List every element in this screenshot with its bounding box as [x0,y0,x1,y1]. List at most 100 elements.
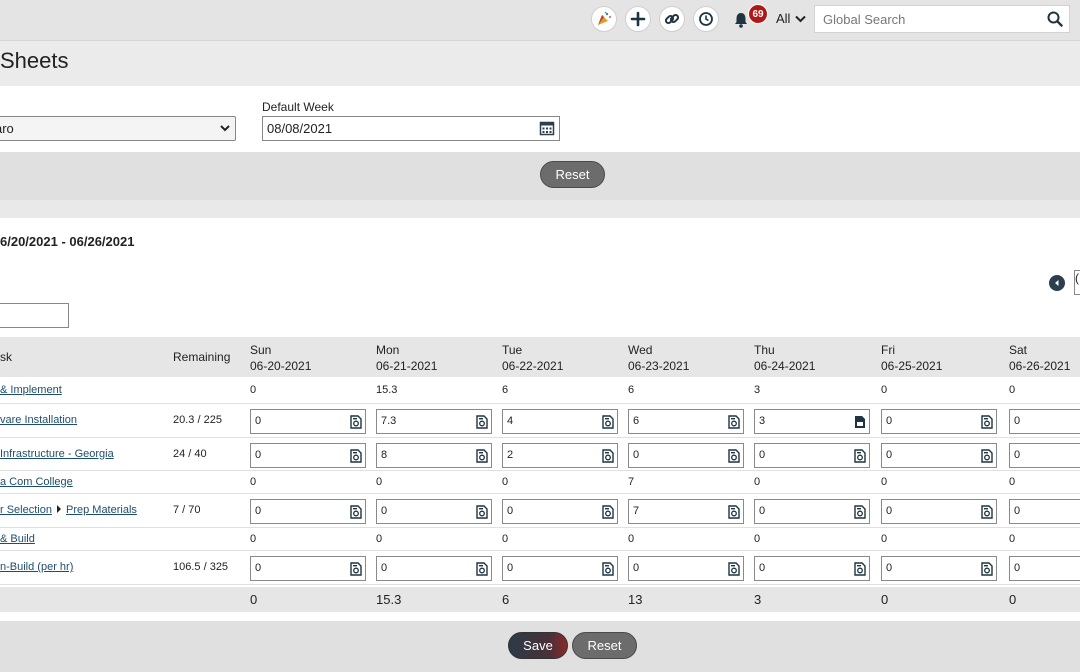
hours-input[interactable]: 0 [376,556,492,581]
note-icon[interactable] [349,448,363,463]
day-date: 06-24-2021 [754,359,816,373]
day-total: 15.3 [376,592,402,607]
note-icon[interactable] [475,415,489,429]
hours-value: 6 [633,415,640,427]
hours-input[interactable]: 8 [376,442,492,468]
note-icon[interactable] [475,448,489,463]
day-name: Fri [881,343,895,357]
hours-input[interactable]: 0 [754,442,870,468]
task-link[interactable]: vare Installation [0,414,77,426]
hours-input[interactable]: 0 [502,499,618,524]
note-icon[interactable] [475,505,489,519]
reset-button[interactable]: Reset [572,632,637,659]
hours-input[interactable]: 0 [881,556,997,581]
hours-input[interactable]: 0 [1009,409,1080,434]
task-link[interactable]: n-Build (per hr) [0,561,73,573]
add-icon[interactable] [625,6,651,32]
remaining-cell: 106.5 / 325 [173,561,229,573]
page-title: Sheets [0,48,69,73]
hours-value: 8 [381,448,388,461]
note-icon[interactable] [980,505,994,519]
task-cell: & Build [0,533,35,545]
hours-input[interactable]: 0 [376,499,492,524]
note-icon[interactable] [727,562,741,576]
hours-value: 0 [250,532,257,545]
note-icon[interactable] [601,505,615,519]
hours-input[interactable]: 7 [628,499,744,524]
task-link[interactable]: r Selection [0,504,52,516]
note-icon[interactable] [727,505,741,519]
celebration-icon[interactable] [591,6,617,32]
search-scope-select[interactable]: All [776,11,807,26]
filter-reset-button[interactable]: Reset [540,161,605,188]
day-date: 06-23-2021 [628,359,690,373]
task-filter-input[interactable] [0,303,69,328]
note-icon[interactable] [601,415,615,429]
hours-value: 0 [633,448,640,461]
hours-input[interactable]: 0 [1009,499,1080,524]
hours-input[interactable]: 0 [250,442,366,468]
note-icon[interactable] [601,448,615,463]
task-link[interactable]: Infrastructure - Georgia [0,448,114,460]
note-icon[interactable] [727,415,741,429]
note-icon[interactable] [980,415,994,429]
note-icon[interactable] [475,562,489,576]
hours-input[interactable]: 0 [628,442,744,468]
note-icon[interactable] [349,505,363,519]
filter-actions: Reset [0,152,1080,200]
hours-input[interactable]: 0 [881,409,997,434]
history-icon[interactable] [693,6,719,32]
link-icon[interactable] [659,6,685,32]
note-icon[interactable] [601,562,615,576]
hours-value: 15.3 [376,384,398,396]
day-total: 6 [502,592,510,607]
note-icon[interactable] [853,448,867,463]
hours-input[interactable]: 7.3 [376,409,492,434]
hours-input[interactable]: 3 [754,409,870,434]
hours-input[interactable]: 6 [628,409,744,434]
hours-input[interactable]: 0 [628,556,744,581]
note-icon[interactable] [853,562,867,576]
week-selector[interactable]: ( [1074,270,1080,295]
chevron-down-icon [220,125,230,132]
hours-input[interactable]: 0 [1009,556,1080,581]
title-bar: Sheets [0,41,1080,86]
hours-input[interactable]: 0 [881,442,997,468]
previous-week-button[interactable] [1049,275,1065,291]
task-cell: r Selection Prep Materials [0,504,137,516]
note-icon[interactable] [853,415,867,429]
note-icon[interactable] [980,448,994,463]
note-icon[interactable] [980,562,994,576]
global-search-input[interactable] [815,6,1043,32]
hours-input[interactable]: 0 [1009,442,1080,468]
hours-value: 0 [255,415,262,427]
hours-input[interactable]: 0 [502,556,618,581]
task-link[interactable]: & Implement [0,384,62,396]
hours-input[interactable]: 0 [881,499,997,524]
subtask-link[interactable]: Prep Materials [66,504,137,516]
note-icon[interactable] [727,448,741,463]
hours-value: 0 [886,505,893,517]
week-date-range: 6/20/2021 - 06/26/2021 [0,234,135,249]
default-week-label: Default Week [262,100,334,114]
hours-input[interactable]: 4 [502,409,618,434]
task-link[interactable]: a Com College [0,476,73,488]
user-select[interactable]: aro [0,116,236,141]
search-icon[interactable] [1047,11,1063,27]
hours-value: 3 [754,384,761,396]
hours-input[interactable]: 0 [250,409,366,434]
default-week-input[interactable]: 08/08/2021 [262,116,560,141]
hours-input[interactable]: 0 [250,556,366,581]
calendar-icon[interactable] [539,120,555,136]
hours-input[interactable]: 0 [250,499,366,524]
task-link[interactable]: & Build [0,533,35,545]
hours-input[interactable]: 0 [754,556,870,581]
note-icon[interactable] [349,415,363,429]
note-icon[interactable] [853,505,867,519]
save-button[interactable]: Save [508,632,568,659]
hours-input[interactable]: 2 [502,442,618,468]
day-date: 06-21-2021 [376,359,438,373]
notification-count-badge[interactable]: 69 [748,4,768,24]
hours-input[interactable]: 0 [754,499,870,524]
note-icon[interactable] [349,562,363,576]
